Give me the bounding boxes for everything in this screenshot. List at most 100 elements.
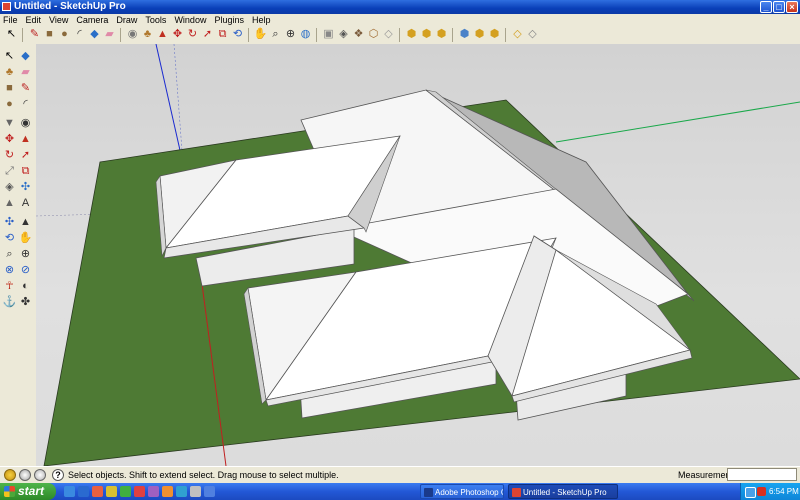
minimize-button[interactable]: _ <box>760 1 772 13</box>
start-button[interactable]: start <box>0 483 56 500</box>
styles-tool-button[interactable]: ◇ <box>381 27 396 42</box>
left-tool-3-button[interactable]: ▰ <box>18 65 33 80</box>
materials-tool-button[interactable]: ⬡ <box>366 27 381 42</box>
credits-icon[interactable] <box>19 469 31 481</box>
quicklaunch-app-icon-6[interactable] <box>204 486 215 497</box>
xray-style-button[interactable]: ◇ <box>510 27 525 42</box>
menu-file[interactable]: File <box>0 14 22 26</box>
left-tool-10-button[interactable]: ✥ <box>2 132 17 147</box>
left-tool-27-button[interactable]: ⊘ <box>18 263 33 278</box>
iso-view-button[interactable]: ⬢ <box>404 27 419 42</box>
model-scene[interactable] <box>36 44 800 466</box>
close-button[interactable]: × <box>786 1 798 13</box>
arc-tool-button[interactable]: ◜ <box>72 27 87 42</box>
left-tool-20-button[interactable]: ✣ <box>2 215 17 230</box>
right-view-button[interactable]: ⬢ <box>457 27 472 42</box>
menu-window[interactable]: Window <box>170 14 210 26</box>
left-tool-21-button[interactable]: ▲ <box>18 215 33 230</box>
tray-network-icon[interactable] <box>745 487 756 498</box>
left-tool-0-button[interactable]: ↖ <box>2 49 17 64</box>
quicklaunch-app-icon-4[interactable] <box>176 486 187 497</box>
left-tool-8-button[interactable]: ▼ <box>2 116 17 131</box>
help-icon[interactable]: ? <box>52 469 64 481</box>
menu-view[interactable]: View <box>45 14 72 26</box>
top-view-button[interactable]: ⬢ <box>419 27 434 42</box>
left-tool-5-button[interactable]: ✎ <box>18 81 33 96</box>
zoom-tool-button[interactable]: ⌕ <box>268 27 283 42</box>
quicklaunch-app-icon-5[interactable] <box>190 486 201 497</box>
left-tool-29-button[interactable]: ◐ <box>18 279 33 294</box>
offset-tool-button[interactable]: ⧉ <box>215 27 230 42</box>
quicklaunch-messenger-icon[interactable] <box>120 486 131 497</box>
left-tool-22-button[interactable]: ⟲ <box>2 231 17 246</box>
task-sketchup[interactable]: Untitled - SketchUp Pro <box>508 484 618 499</box>
eraser-tool-button[interactable]: ▰ <box>102 27 117 42</box>
components-tool-button[interactable]: ❖ <box>351 27 366 42</box>
left-tool-23-button[interactable]: ✋ <box>18 231 33 246</box>
quicklaunch-media-icon[interactable] <box>92 486 103 497</box>
left-tool-7-button[interactable]: ◜ <box>18 97 33 112</box>
model-viewport[interactable] <box>36 44 800 466</box>
rotate-tool-button[interactable]: ↻ <box>185 27 200 42</box>
left-tool-31-button[interactable]: ✤ <box>18 295 33 310</box>
tray-antivirus-icon[interactable] <box>757 487 766 496</box>
left-tool-15-button[interactable]: ⧉ <box>18 164 33 179</box>
push-pull-tool-button[interactable]: ▲ <box>155 27 170 42</box>
left-tool-16-button[interactable]: ◈ <box>2 180 17 195</box>
quicklaunch-folder-icon[interactable] <box>106 486 117 497</box>
quicklaunch-ie-icon[interactable] <box>78 486 89 497</box>
left-tool-2-button[interactable]: ♣ <box>2 65 17 80</box>
make-component-tool-button[interactable]: ◆ <box>87 27 102 42</box>
left-tool-9-button[interactable]: ◉ <box>18 116 33 131</box>
pan-tool-button[interactable]: ✋ <box>253 27 268 42</box>
rectangle-tool-button[interactable]: ■ <box>42 27 57 42</box>
get-models-tool-button[interactable]: ◍ <box>298 27 313 42</box>
geo-location-icon[interactable] <box>4 469 16 481</box>
google-earth-tool-button[interactable]: ◈ <box>336 27 351 42</box>
left-tool-18-button[interactable]: ▲ <box>2 196 17 211</box>
left-tool-13-button[interactable]: ➚ <box>18 148 33 163</box>
left-view-button[interactable]: ⬢ <box>487 27 502 42</box>
quicklaunch-app-icon-1[interactable] <box>134 486 145 497</box>
wireframe-style-button[interactable]: ◇ <box>525 27 540 42</box>
select-tool-button[interactable]: ↖ <box>4 27 19 42</box>
zoom-extents-tool-button[interactable]: ⊕ <box>283 27 298 42</box>
orbit-tool-button[interactable]: ⟲ <box>230 27 245 42</box>
tape-measure-tool-button[interactable]: ◉ <box>125 27 140 42</box>
left-tool-17-button[interactable]: ✣ <box>18 180 33 195</box>
left-tool-1-button[interactable]: ◆ <box>18 49 33 64</box>
menu-plugins[interactable]: Plugins <box>210 14 248 26</box>
quicklaunch-desktop-icon[interactable] <box>64 486 75 497</box>
left-tool-26-button[interactable]: ⊗ <box>2 263 17 278</box>
left-tool-6-button[interactable]: ● <box>2 97 17 112</box>
left-tool-25-button[interactable]: ⊕ <box>18 247 33 262</box>
front-view-button[interactable]: ⬢ <box>434 27 449 42</box>
line-tool-button[interactable]: ✎ <box>27 27 42 42</box>
follow-me-tool-button[interactable]: ➚ <box>200 27 215 42</box>
left-tool-19-button[interactable]: A <box>18 196 33 211</box>
left-tool-14-button[interactable]: ⤢ <box>2 164 17 179</box>
sketchup-app-icon[interactable] <box>2 2 11 11</box>
menu-draw[interactable]: Draw <box>112 14 141 26</box>
maximize-button[interactable]: □ <box>773 1 785 13</box>
task-photoshop[interactable]: Adobe Photoshop CS3 <box>420 484 504 499</box>
paint-bucket-tool-button[interactable]: ♣ <box>140 27 155 42</box>
left-tool-11-button[interactable]: ▲ <box>18 132 33 147</box>
menu-tools[interactable]: Tools <box>141 14 170 26</box>
left-tool-30-button[interactable]: ⚓ <box>2 295 17 310</box>
left-tool-24-button[interactable]: ⌕ <box>2 247 17 262</box>
back-view-button[interactable]: ⬢ <box>472 27 487 42</box>
menu-edit[interactable]: Edit <box>22 14 46 26</box>
left-tool-4-button[interactable]: ■ <box>2 81 17 96</box>
left-tool-12-button[interactable]: ↻ <box>2 148 17 163</box>
measurements-input[interactable] <box>727 468 797 481</box>
move-tool-button[interactable]: ✥ <box>170 27 185 42</box>
user-icon[interactable] <box>34 469 46 481</box>
circle-tool-button[interactable]: ● <box>57 27 72 42</box>
menu-help[interactable]: Help <box>248 14 275 26</box>
quicklaunch-app-icon-2[interactable] <box>148 486 159 497</box>
menu-camera[interactable]: Camera <box>72 14 112 26</box>
share-model-tool-button[interactable]: ▣ <box>321 27 336 42</box>
quicklaunch-app-icon-3[interactable] <box>162 486 173 497</box>
left-tool-28-button[interactable]: ☥ <box>2 279 17 294</box>
